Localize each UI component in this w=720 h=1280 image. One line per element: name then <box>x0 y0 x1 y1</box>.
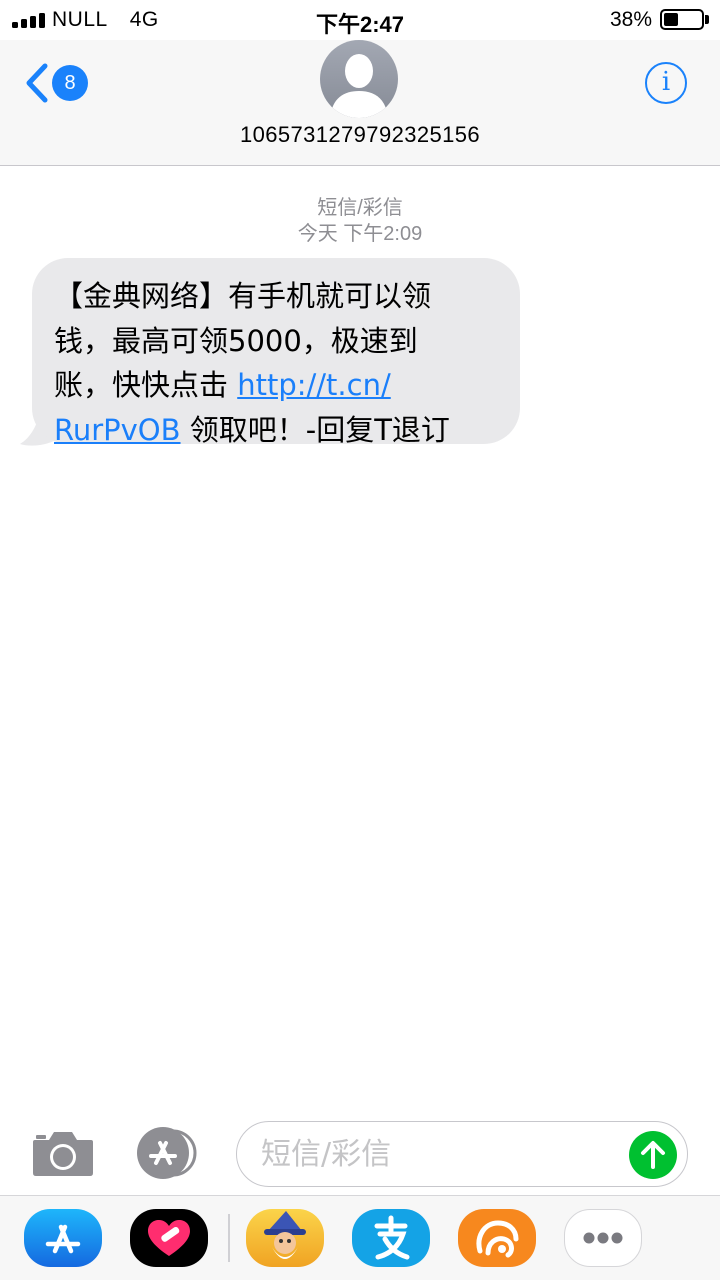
battery-icon <box>660 9 704 30</box>
wizard-game-icon <box>264 1211 306 1259</box>
camera-icon <box>33 1132 93 1176</box>
ellipsis-icon <box>583 1232 623 1244</box>
drawer-alipay[interactable] <box>352 1209 430 1267</box>
battery-percentage: 38% <box>609 8 652 31</box>
conversation-header: 8 1065731279792325156 i <box>0 40 720 166</box>
drawer-uc-browser[interactable] <box>458 1209 536 1267</box>
message-input[interactable] <box>261 1132 621 1176</box>
alipay-icon <box>374 1215 410 1260</box>
drawer-separator <box>228 1214 230 1262</box>
contact-avatar[interactable] <box>320 40 398 118</box>
battery-tip <box>705 15 709 24</box>
camera-button[interactable] <box>31 1128 95 1178</box>
drawer-digital-touch[interactable] <box>130 1209 208 1267</box>
incoming-message-bubble[interactable]: 【金典网络】有手机就可以领 钱，最高可领5000，极速到 账，快快点击 http… <box>32 258 520 447</box>
squirrel-icon <box>476 1220 519 1258</box>
status-bar: NULL 4G 下午2:47 38% <box>0 0 720 40</box>
imessage-app-drawer <box>0 1195 720 1280</box>
chevron-left-icon <box>26 63 48 103</box>
unread-count-badge: 8 <box>52 65 88 101</box>
info-button[interactable]: i <box>645 62 687 104</box>
arrow-up-icon <box>641 1141 665 1169</box>
message-text-part: 领取吧！-回复T退订 <box>180 412 450 447</box>
back-button[interactable]: 8 <box>20 60 100 106</box>
drawer-game-app[interactable] <box>246 1209 324 1267</box>
battery-level-fill <box>664 13 678 26</box>
app-store-icon <box>45 1224 81 1254</box>
send-button[interactable] <box>629 1131 677 1179</box>
message-compose-field[interactable] <box>236 1121 688 1187</box>
message-timestamp: 今天 下午2:09 <box>297 223 423 245</box>
drawer-app-store[interactable] <box>24 1209 102 1267</box>
message-text: 【金典网络】有手机就可以领 钱，最高可领5000，极速到 账，快快点击 http… <box>54 274 504 452</box>
heart-icon <box>148 1220 190 1256</box>
service-label: 短信/彩信 <box>317 197 403 219</box>
drawer-more-button[interactable] <box>564 1209 642 1267</box>
contact-number[interactable]: 1065731279792325156 <box>0 122 720 148</box>
person-silhouette-icon <box>330 54 388 118</box>
app-store-icon <box>137 1127 197 1179</box>
info-icon: i <box>661 67 671 97</box>
app-store-button[interactable] <box>135 1127 205 1179</box>
